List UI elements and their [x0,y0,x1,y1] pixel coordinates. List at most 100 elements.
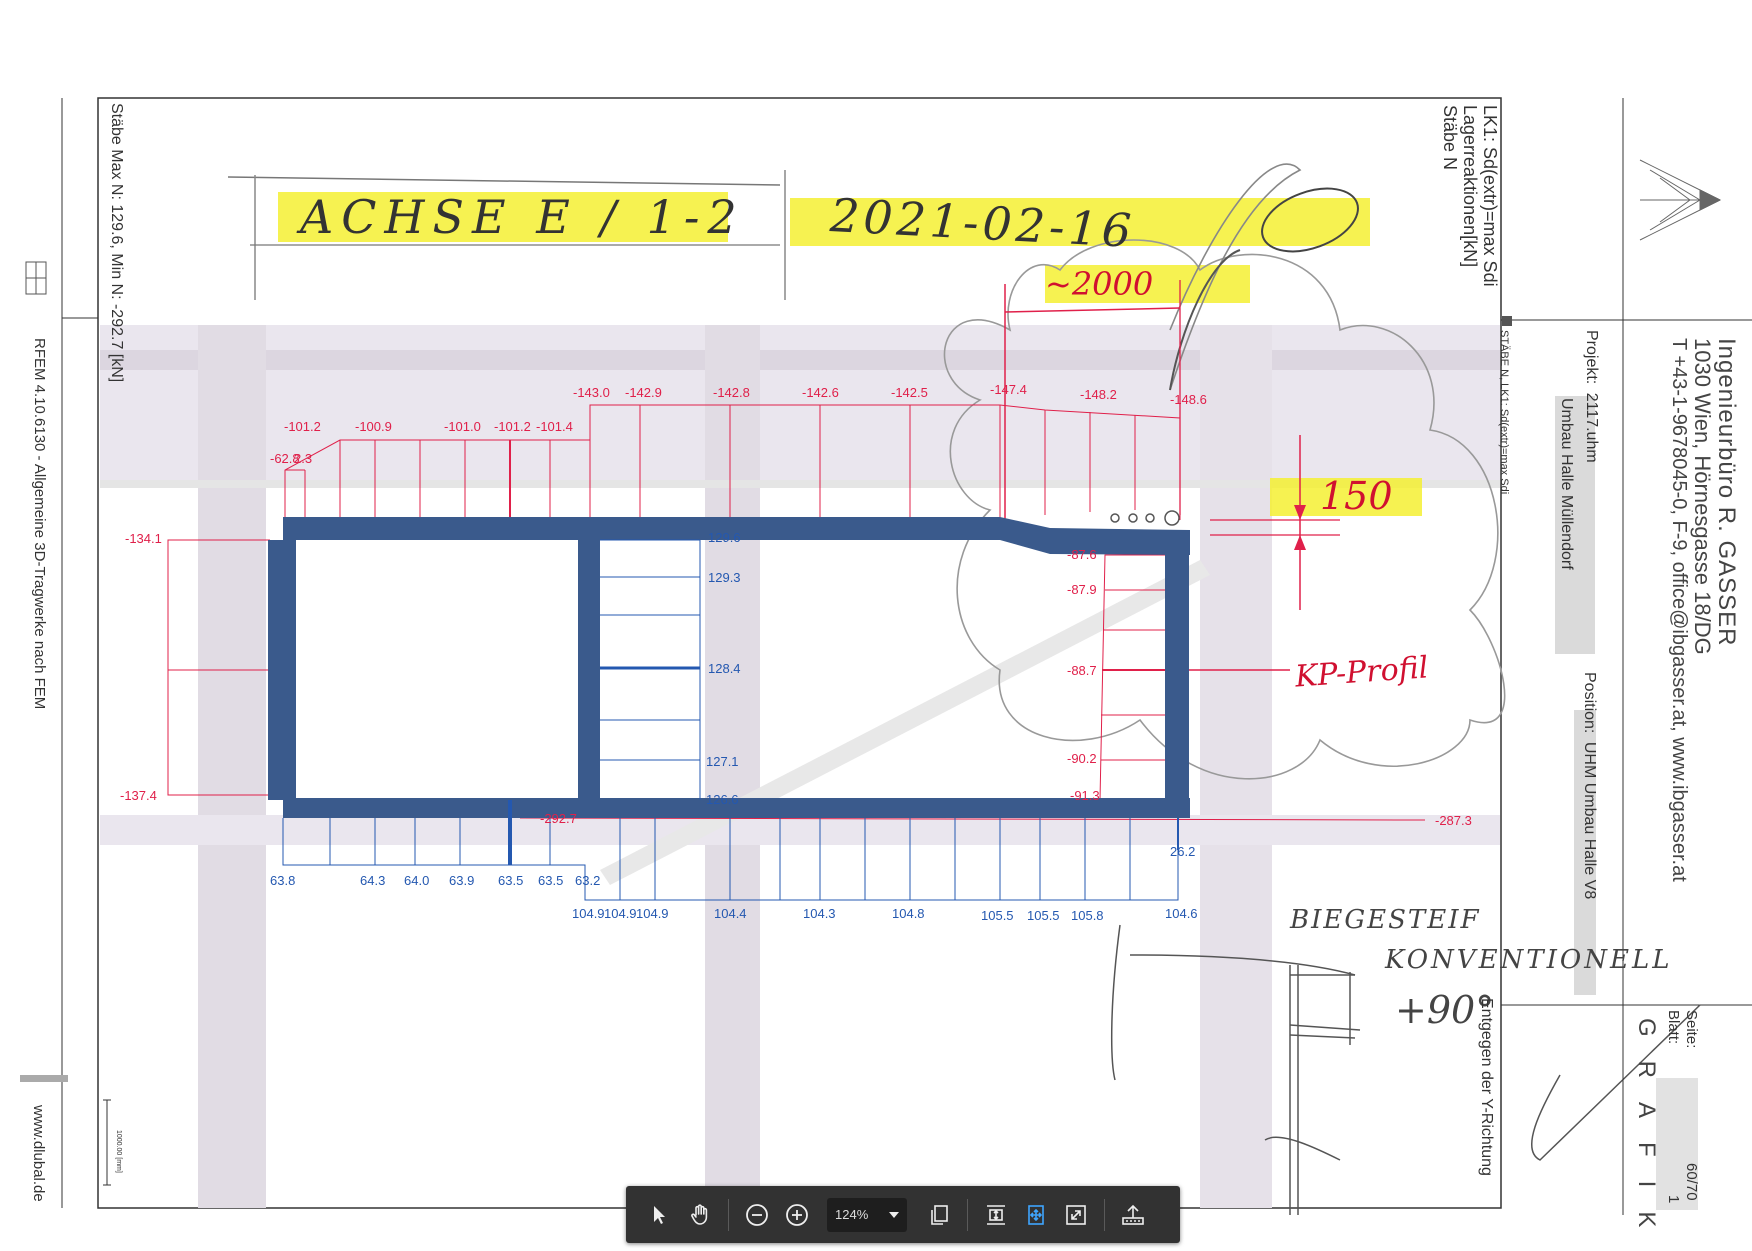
red-label: -88.7 [1067,663,1097,678]
projekt-label: Projekt: [1583,330,1600,385]
fit-height-icon [987,1204,1005,1225]
red-label: -147.4 [990,382,1027,397]
blue-label: 129.3 [708,570,741,585]
title-line-3: Stäbe N [1440,105,1460,171]
left-caption: Stäbe Max N: 129.6, Min N: -292.7 [kN] [108,103,125,383]
blue-label: 105.5 [1027,908,1060,923]
red-label: -87.6 [1067,547,1097,562]
red-label: -143.0 [573,385,610,400]
blue-label: 104.4 [714,906,747,921]
hand-tool-button[interactable] [682,1197,718,1233]
toolbar-separator [728,1198,729,1231]
red-label: -101.0 [444,419,481,434]
blue-label: 64.3 [360,873,385,888]
fit-page-icon [1028,1204,1044,1225]
red-label: -142.9 [625,385,662,400]
seite-label: Seite: [1683,1010,1700,1049]
red-label: -100.9 [355,419,392,434]
projekt-name: Umbau Halle Müllendorf [1558,398,1575,570]
position-row: Position: UHM Umbau Halle V8 [1580,672,1598,899]
fit-height-button[interactable] [978,1197,1014,1233]
software-label: RFEM 4.10.6130 - Allgemeine 3D-Tragwerke… [31,338,48,710]
page-view-button[interactable] [921,1197,957,1233]
red-label: -287.3 [1435,813,1472,828]
share-button[interactable] [1115,1197,1151,1233]
blue-label: 105.5 [981,908,1014,923]
blatt-value: 1 [1665,1195,1682,1204]
drawing-title: LK1: Sd(extr)=max Sdi Lagerreaktionen[kN… [1440,105,1500,287]
blue-label: 126.6 [706,792,739,807]
red-label: -148.2 [1080,387,1117,402]
cursor-icon [654,1205,665,1224]
blue-label: 104.8 [892,906,925,921]
blue-label: 129.6 [708,530,741,545]
red-label: -87.9 [1067,582,1097,597]
zoom-out-icon [746,1203,768,1226]
red-label: -134.1 [125,531,162,546]
red-label: -101.4 [536,419,573,434]
red-label: -148.6 [1170,392,1207,407]
zoom-in-button[interactable] [779,1197,815,1233]
blue-label: 105.8 [1071,908,1104,923]
scale-label: 1000.00 [mm] [115,1130,122,1173]
projekt-value: 2117.uhm [1583,392,1600,463]
website-label: www.dlubal.de [30,1105,47,1202]
expand-icon [1066,1204,1086,1225]
red-label: -90.2 [1067,751,1097,766]
blue-label: 26.2 [1170,844,1195,859]
red-label: 2.3 [294,451,312,466]
red-label: -101.2 [494,419,531,434]
blue-label: 104.9 [604,906,637,921]
zoom-level-value: 124% [835,1207,869,1222]
blue-label: 63.8 [270,873,295,888]
position-value: UHM Umbau Halle V8 [1581,741,1598,900]
annotation-note2: KONVENTIONELL [1385,945,1673,975]
view-caption: STÄBE N, LK1: Sd(extr)=max Sdi [1498,330,1510,495]
zoom-out-button[interactable] [739,1197,775,1233]
title-line-1: LK1: Sd(extr)=max Sdi [1480,105,1500,287]
firm-name: Ingenieurbüro R. GASSER [1713,338,1740,647]
annotation-dim-top: ~2000 [1045,265,1154,303]
hand-icon [691,1203,708,1225]
pages-icon [931,1204,948,1225]
grafik-label: GRAFIK [1633,1018,1660,1251]
blue-label: 104.6 [1165,906,1198,921]
toolbar-separator [967,1198,968,1231]
red-label: -101.2 [284,419,321,434]
blue-label: 63.9 [449,873,474,888]
annotation-achse: ACHSE E / 1-2 [300,190,745,244]
fit-page-button[interactable] [1018,1197,1054,1233]
projekt-row: Projekt: 2117.uhm [1582,330,1600,463]
position-label: Position: [1581,672,1598,734]
blue-label: 104.3 [803,906,836,921]
annotation-note1: BIEGESTEIF [1290,905,1481,935]
select-tool-button[interactable] [642,1197,678,1233]
blue-label: 104.9 [636,906,669,921]
blue-label: 63.5 [538,873,563,888]
red-label: -292.7 [540,811,577,826]
zoom-level-dropdown[interactable]: 124% [827,1197,907,1232]
blue-label: 64.0 [404,873,429,888]
red-label: -142.8 [713,385,750,400]
direction-label: Entgegen der Y-Richtung [1478,998,1495,1176]
firm-address: 1030 Wien, Hörnesgasse 18/DG [1690,338,1715,655]
blue-label: 63.2 [575,873,600,888]
viewer-toolbar: 124% [626,1186,1180,1243]
toolbar-separator [1104,1198,1105,1231]
seite-value: 60/70 [1683,1163,1700,1201]
blatt-label: Blatt: [1665,1010,1682,1045]
blue-label: 63.5 [498,873,523,888]
blue-label: 104.9 [572,906,605,921]
firm-contact: T +43-1-9678045-0, F-9, office@ibgasser.… [1668,338,1690,882]
upload-icon [1122,1204,1144,1225]
caret-down-icon [889,1211,899,1218]
red-label: -142.6 [802,385,839,400]
red-label: -137.4 [120,788,157,803]
annotation-dim-side: 150 [1320,474,1393,518]
fullscreen-button[interactable] [1058,1197,1094,1233]
title-line-2: Lagerreaktionen[kN] [1460,105,1480,268]
zoom-in-icon [786,1203,808,1226]
blue-label: 127.1 [706,754,739,769]
red-label: -142.5 [891,385,928,400]
red-label: -91.3 [1070,788,1100,803]
